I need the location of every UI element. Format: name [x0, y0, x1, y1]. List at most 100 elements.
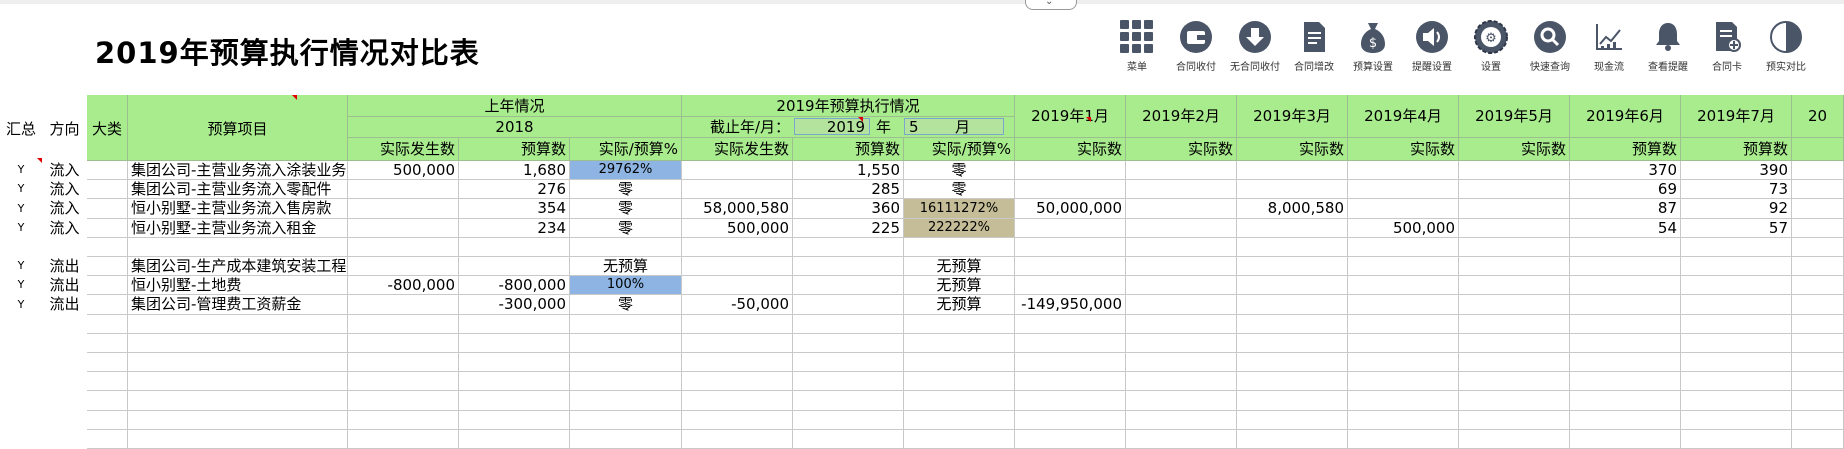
table-cell-dir[interactable]	[42, 372, 87, 391]
table-cell-item[interactable]: 集团公司-生产成本建筑安装工程	[128, 257, 348, 276]
table-cell-m1[interactable]	[1015, 161, 1126, 180]
table-cell-eb[interactable]	[793, 372, 904, 391]
table-cell-m2[interactable]	[1126, 219, 1237, 238]
table-cell-m2[interactable]	[1126, 180, 1237, 199]
toolbar-button-5[interactable]: 提醒设置	[1402, 16, 1462, 76]
table-cell-dir[interactable]	[42, 315, 87, 334]
table-cell-m5[interactable]	[1459, 430, 1570, 449]
table-cell-m8[interactable]	[1792, 391, 1844, 411]
table-cell-cat[interactable]	[87, 219, 128, 238]
table-cell-eb[interactable]	[793, 315, 904, 334]
table-cell-pr[interactable]	[570, 334, 682, 353]
table-cell-y[interactable]: Y	[0, 295, 42, 315]
table-cell-er[interactable]	[904, 372, 1015, 391]
table-cell-m8[interactable]	[1792, 295, 1844, 315]
table-cell-pr[interactable]: 29762%	[570, 161, 682, 180]
table-cell-m5[interactable]	[1459, 372, 1570, 391]
table-cell-eb[interactable]: 360	[793, 199, 904, 219]
table-cell-er[interactable]: 无预算	[904, 295, 1015, 315]
table-cell-m3[interactable]	[1237, 372, 1348, 391]
table-cell-cat[interactable]	[87, 276, 128, 295]
table-cell-ea[interactable]	[682, 430, 793, 449]
table-cell-m6[interactable]	[1570, 430, 1681, 449]
table-cell-m6[interactable]	[1570, 276, 1681, 295]
table-cell-m1[interactable]	[1015, 430, 1126, 449]
table-cell-m3[interactable]	[1237, 295, 1348, 315]
table-cell-dir[interactable]	[42, 411, 87, 430]
table-cell-m4[interactable]: 500,000	[1348, 219, 1459, 238]
table-cell-m5[interactable]	[1459, 199, 1570, 219]
table-cell-ea[interactable]	[682, 238, 793, 257]
table-cell-m2[interactable]	[1126, 161, 1237, 180]
table-cell-ea[interactable]	[682, 411, 793, 430]
table-cell-m7[interactable]	[1681, 334, 1792, 353]
table-cell-er[interactable]	[904, 315, 1015, 334]
table-cell-m1[interactable]	[1015, 219, 1126, 238]
table-cell-er[interactable]: 零	[904, 180, 1015, 199]
table-cell-eb[interactable]	[793, 411, 904, 430]
table-cell-m8[interactable]	[1792, 334, 1844, 353]
table-cell-m2[interactable]	[1126, 199, 1237, 219]
table-cell-cat[interactable]	[87, 295, 128, 315]
table-cell-item[interactable]: 恒小别墅-土地费	[128, 276, 348, 295]
table-cell-m5[interactable]	[1459, 257, 1570, 276]
table-cell-m2[interactable]	[1126, 353, 1237, 372]
table-cell-m4[interactable]	[1348, 411, 1459, 430]
ribbon-collapse-toggle[interactable]: ⌄	[1025, 0, 1077, 10]
table-cell-m3[interactable]	[1237, 161, 1348, 180]
table-cell-y[interactable]	[0, 334, 42, 353]
table-cell-m7[interactable]: 390	[1681, 161, 1792, 180]
table-cell-m1[interactable]	[1015, 411, 1126, 430]
table-cell-pb[interactable]	[459, 391, 570, 411]
table-cell-m6[interactable]	[1570, 391, 1681, 411]
table-cell-er[interactable]	[904, 353, 1015, 372]
table-cell-cat[interactable]	[87, 372, 128, 391]
table-cell-cat[interactable]	[87, 334, 128, 353]
table-cell-m5[interactable]	[1459, 295, 1570, 315]
table-cell-m1[interactable]	[1015, 276, 1126, 295]
table-cell-m7[interactable]	[1681, 430, 1792, 449]
table-cell-pb[interactable]	[459, 430, 570, 449]
table-cell-item[interactable]	[128, 372, 348, 391]
table-cell-pr[interactable]: 零	[570, 199, 682, 219]
table-cell-er[interactable]	[904, 334, 1015, 353]
table-cell-pa[interactable]	[348, 180, 459, 199]
table-cell-cat[interactable]	[87, 411, 128, 430]
toolbar-button-2[interactable]: 无合同收付	[1225, 16, 1285, 76]
table-cell-m3[interactable]	[1237, 430, 1348, 449]
table-cell-m2[interactable]	[1126, 238, 1237, 257]
table-cell-ea[interactable]	[682, 372, 793, 391]
table-cell-eb[interactable]	[793, 334, 904, 353]
table-cell-y[interactable]: Y	[0, 257, 42, 276]
table-cell-eb[interactable]	[793, 257, 904, 276]
table-cell-cat[interactable]	[87, 238, 128, 257]
table-cell-m3[interactable]	[1237, 411, 1348, 430]
table-cell-pr[interactable]	[570, 391, 682, 411]
table-cell-m1[interactable]	[1015, 334, 1126, 353]
table-cell-y[interactable]	[0, 411, 42, 430]
table-cell-pa[interactable]	[348, 257, 459, 276]
table-cell-m4[interactable]	[1348, 430, 1459, 449]
table-cell-m6[interactable]	[1570, 411, 1681, 430]
table-cell-y[interactable]: Y	[0, 219, 42, 238]
table-cell-m3[interactable]	[1237, 334, 1348, 353]
table-cell-pa[interactable]: -800,000	[348, 276, 459, 295]
table-cell-pr[interactable]: 无预算	[570, 257, 682, 276]
table-cell-y[interactable]	[0, 391, 42, 411]
table-cell-pb[interactable]: -800,000	[459, 276, 570, 295]
table-cell-er[interactable]: 16111272%	[904, 199, 1015, 219]
table-cell-m6[interactable]: 370	[1570, 161, 1681, 180]
table-cell-m3[interactable]: 8,000,580	[1237, 199, 1348, 219]
table-cell-pa[interactable]	[348, 353, 459, 372]
table-cell-item[interactable]: 集团公司-主营业务流入零配件	[128, 180, 348, 199]
table-cell-dir[interactable]: 流出	[42, 276, 87, 295]
table-cell-m6[interactable]	[1570, 334, 1681, 353]
table-cell-pa[interactable]	[348, 219, 459, 238]
table-cell-pa[interactable]	[348, 238, 459, 257]
table-cell-eb[interactable]: 285	[793, 180, 904, 199]
table-cell-ea[interactable]	[682, 276, 793, 295]
comment-indicator[interactable]	[1086, 117, 1091, 122]
table-cell-m1[interactable]	[1015, 257, 1126, 276]
table-cell-m3[interactable]	[1237, 391, 1348, 411]
table-cell-m4[interactable]	[1348, 295, 1459, 315]
